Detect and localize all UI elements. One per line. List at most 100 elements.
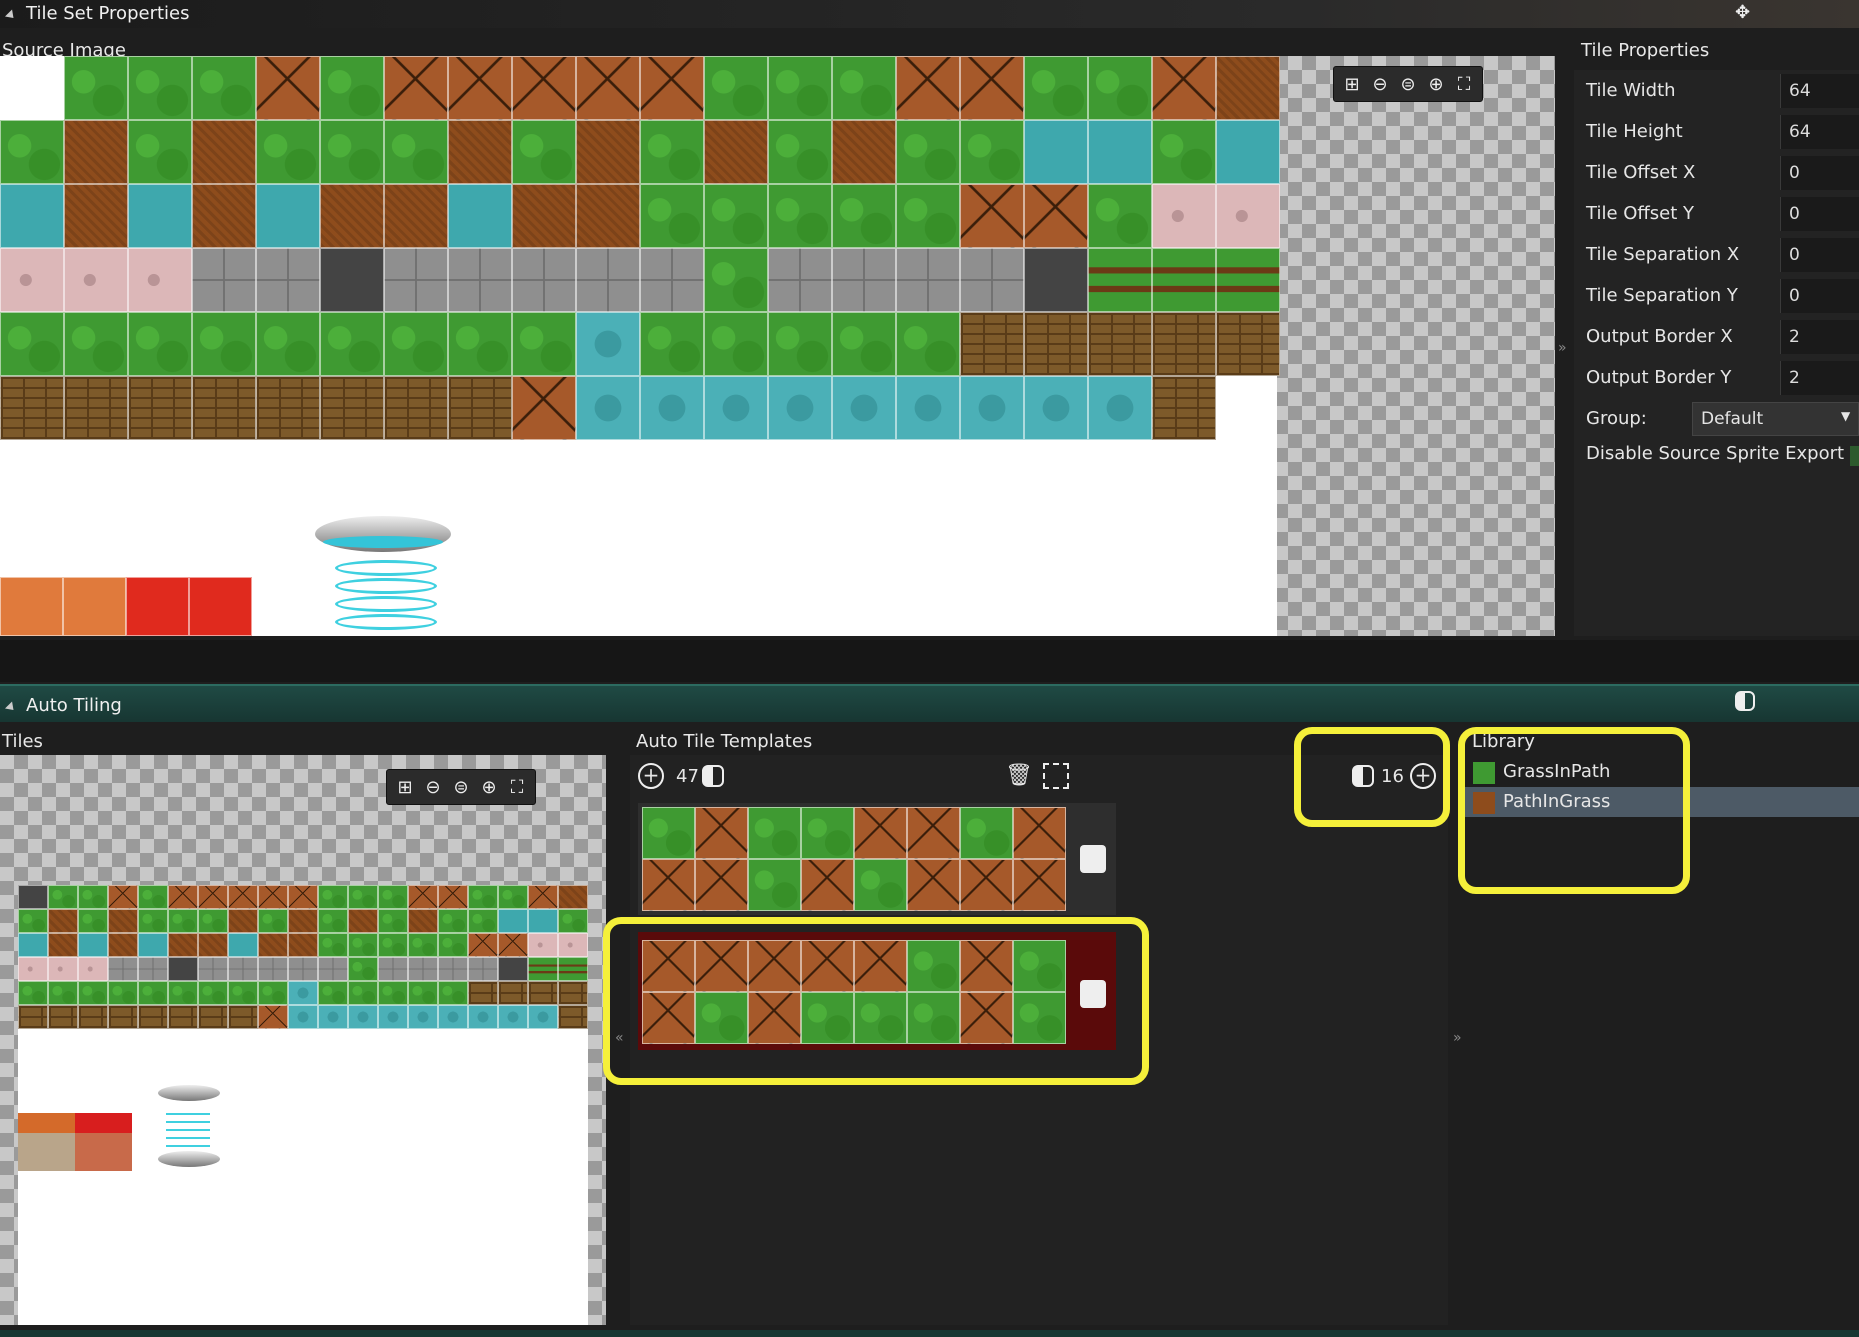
tile[interactable] [907, 807, 960, 859]
tile[interactable] [640, 312, 704, 376]
tile[interactable] [348, 981, 378, 1005]
tile[interactable] [18, 957, 48, 981]
tile[interactable] [348, 909, 378, 933]
tile[interactable] [640, 56, 704, 120]
template-edit-icon[interactable] [1080, 845, 1106, 873]
tile[interactable] [1024, 184, 1088, 248]
tile[interactable] [320, 184, 384, 248]
tile[interactable] [960, 56, 1024, 120]
tile[interactable] [48, 909, 78, 933]
tile[interactable] [468, 957, 498, 981]
tile[interactable] [960, 859, 1013, 911]
tile[interactable] [896, 56, 960, 120]
tile[interactable] [408, 909, 438, 933]
tile[interactable] [512, 120, 576, 184]
tile[interactable] [384, 312, 448, 376]
tile[interactable] [348, 885, 378, 909]
tile[interactable] [0, 56, 64, 120]
tile[interactable] [801, 807, 854, 859]
tile[interactable] [318, 933, 348, 957]
zoom-in-icon[interactable]: ⊕ [477, 775, 501, 799]
tile[interactable] [128, 120, 192, 184]
tile[interactable] [438, 981, 468, 1005]
tiles-canvas[interactable]: ⊞ ⊖ ⊜ ⊕ ⛶ [0, 755, 606, 1325]
template-grass-in-path[interactable] [638, 803, 1116, 915]
tile[interactable] [408, 1005, 438, 1029]
tile[interactable] [438, 957, 468, 981]
tile[interactable] [198, 957, 228, 981]
tile[interactable] [468, 909, 498, 933]
group-select[interactable]: Default ▼ [1692, 402, 1859, 436]
tile[interactable] [378, 933, 408, 957]
border-y-input[interactable]: 2 [1780, 361, 1859, 395]
tile[interactable] [384, 56, 448, 120]
tile[interactable] [695, 807, 748, 859]
tile[interactable] [128, 184, 192, 248]
tile[interactable] [228, 1005, 258, 1029]
tile[interactable] [1152, 120, 1216, 184]
fit-icon[interactable]: ⛶ [505, 775, 529, 799]
tile[interactable] [558, 957, 588, 981]
tile[interactable] [128, 312, 192, 376]
tile[interactable] [378, 981, 408, 1005]
tile[interactable] [1216, 184, 1280, 248]
tile[interactable] [448, 56, 512, 120]
fit-icon[interactable]: ⛶ [1452, 72, 1476, 96]
tile[interactable] [256, 248, 320, 312]
trash-icon[interactable]: 🗑 [1005, 763, 1033, 789]
tile[interactable] [1152, 56, 1216, 120]
tile[interactable] [18, 1005, 48, 1029]
tile[interactable] [64, 376, 128, 440]
tile[interactable] [704, 248, 768, 312]
separation-x-input[interactable]: 0 [1780, 238, 1859, 272]
tile-width-input[interactable]: 64 [1780, 74, 1859, 108]
tile[interactable] [558, 885, 588, 909]
tile[interactable] [0, 184, 64, 248]
tile[interactable] [128, 376, 192, 440]
tile[interactable] [704, 184, 768, 248]
tile[interactable] [64, 248, 128, 312]
zoom-out-icon[interactable]: ⊖ [1368, 72, 1392, 96]
tile[interactable] [576, 56, 640, 120]
tile[interactable] [18, 933, 48, 957]
tile[interactable] [528, 933, 558, 957]
tile[interactable] [498, 957, 528, 981]
tile[interactable] [1088, 376, 1152, 440]
toggle-icon[interactable] [1735, 691, 1755, 711]
source-image[interactable] [0, 56, 1280, 636]
tile[interactable] [288, 1005, 318, 1029]
tile[interactable] [198, 981, 228, 1005]
tile[interactable] [258, 981, 288, 1005]
tile[interactable] [378, 909, 408, 933]
tile[interactable] [1152, 184, 1216, 248]
tile[interactable] [558, 1005, 588, 1029]
tile[interactable] [258, 933, 288, 957]
tile[interactable] [1152, 312, 1216, 376]
tile[interactable] [168, 981, 198, 1005]
tile[interactable] [198, 909, 228, 933]
tile[interactable] [528, 957, 558, 981]
tile[interactable] [138, 885, 168, 909]
tile[interactable] [1013, 807, 1066, 859]
tile[interactable] [896, 120, 960, 184]
tile[interactable] [348, 957, 378, 981]
tile[interactable] [498, 885, 528, 909]
tile[interactable] [960, 184, 1024, 248]
tile[interactable] [78, 885, 108, 909]
tile[interactable] [108, 957, 138, 981]
tile[interactable] [288, 933, 318, 957]
tile[interactable] [192, 184, 256, 248]
tile[interactable] [78, 981, 108, 1005]
tile[interactable] [832, 120, 896, 184]
tile[interactable] [138, 1005, 168, 1029]
tile[interactable] [168, 885, 198, 909]
tile[interactable] [48, 1005, 78, 1029]
border-x-input[interactable]: 2 [1780, 320, 1859, 354]
zoom-in-icon[interactable]: ⊕ [1424, 72, 1448, 96]
move-icon[interactable]: ✥ [1735, 2, 1757, 24]
tile[interactable] [378, 957, 408, 981]
toggle-icon[interactable] [702, 765, 724, 787]
tile[interactable] [256, 312, 320, 376]
tile[interactable] [228, 981, 258, 1005]
tile[interactable] [576, 248, 640, 312]
